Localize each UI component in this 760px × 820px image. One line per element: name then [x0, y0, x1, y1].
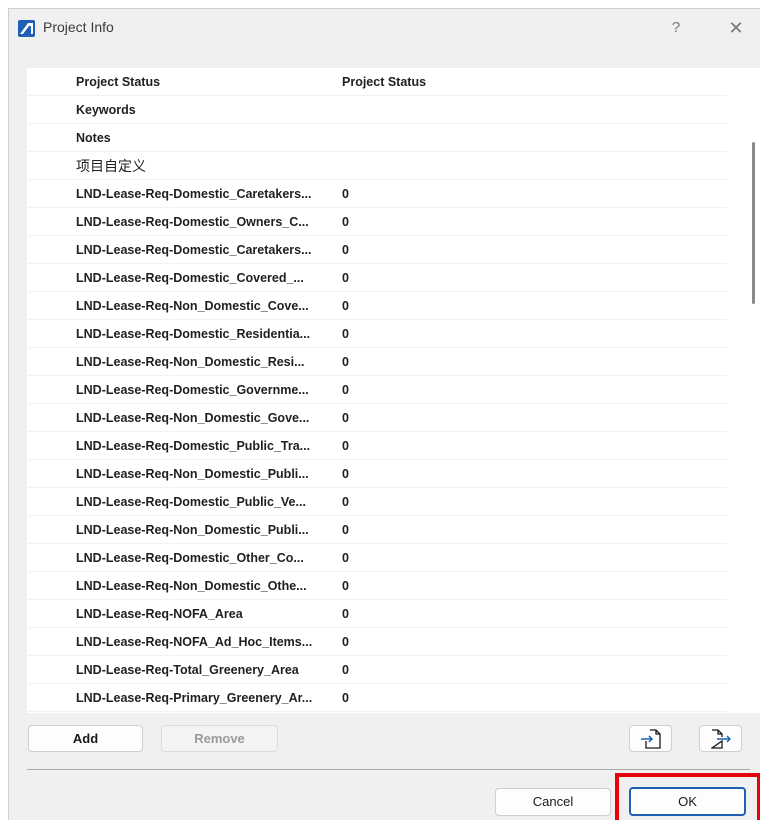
row-value: 0: [342, 327, 349, 341]
row-key: LND-Lease-Req-NOFA_Ad_Hoc_Items...: [76, 635, 313, 649]
row-key: LND-Lease-Req-Non_Domestic_Resi...: [76, 355, 305, 369]
row-value: 0: [342, 467, 349, 481]
row-key: LND-Lease-Req-Domestic_Caretakers...: [76, 187, 312, 201]
row-key: LND-Lease-Req-Domestic_Public_Tra...: [76, 439, 311, 453]
title-bar: Project Info ? ✕: [9, 9, 760, 47]
row-key: LND-Lease-Req-Primary_Greenery_Ar...: [76, 691, 313, 705]
export-button[interactable]: [699, 725, 742, 752]
row-key: LND-Lease-Req-Non_Domestic_Cove...: [76, 299, 309, 313]
ok-button[interactable]: OK: [629, 787, 746, 816]
row-value: 0: [342, 383, 349, 397]
dialog-title: Project Info: [43, 19, 114, 35]
row-key: LND-Lease-Req-Domestic_Other_Co...: [76, 551, 304, 565]
cancel-button[interactable]: Cancel: [495, 788, 611, 816]
list-row[interactable]: LND-Lease-Req-Non_Domestic_Cove... 0: [27, 292, 727, 320]
list-row[interactable]: 项目自定义: [27, 152, 727, 180]
row-value: 0: [342, 439, 349, 453]
list-row[interactable]: LND-Lease-Req-Domestic_Other_Co... 0: [27, 544, 727, 572]
list-row[interactable]: LND-Lease-Req-Non_Domestic_Publi... 0: [27, 516, 727, 544]
row-value: 0: [342, 691, 349, 705]
row-value: 0: [342, 523, 349, 537]
list-row[interactable]: LND-Lease-Req-NOFA_Area 0: [27, 600, 727, 628]
remove-button[interactable]: Remove: [161, 725, 278, 752]
row-value: 0: [342, 495, 349, 509]
row-value: 0: [342, 579, 349, 593]
project-info-list[interactable]: Project Status Project Status Keywords Note…: [27, 68, 760, 713]
row-key: LND-Lease-Req-Domestic_Governme...: [76, 383, 309, 397]
row-value: 0: [342, 607, 349, 621]
row-key: LND-Lease-Req-Domestic_Residentia...: [76, 327, 311, 341]
row-value: 0: [342, 187, 349, 201]
list-row[interactable]: LND-Lease-Req-Non_Domestic_Publi... 0: [27, 460, 727, 488]
row-key: Notes: [76, 131, 111, 145]
list-row[interactable]: LND-Lease-Req-Domestic_Caretakers... 0: [27, 180, 727, 208]
list-row[interactable]: LND-Lease-Req-Non_Domestic_Resi... 0: [27, 348, 727, 376]
close-button[interactable]: ✕: [720, 15, 752, 41]
list-row[interactable]: LND-Lease-Req-Domestic_Public_Ve... 0: [27, 488, 727, 516]
vertical-scrollbar[interactable]: [746, 68, 760, 713]
row-key: 项目自定义: [76, 158, 146, 174]
row-value: 0: [342, 411, 349, 425]
row-value: 0: [342, 299, 349, 313]
list-row[interactable]: LND-Lease-Req-Domestic_Covered_... 0: [27, 264, 727, 292]
row-value: 0: [342, 355, 349, 369]
row-key: Keywords: [76, 103, 136, 117]
list-row[interactable]: LND-Lease-Req-Domestic_Governme... 0: [27, 376, 727, 404]
add-button[interactable]: Add: [28, 725, 143, 752]
row-key: Project Status: [76, 75, 161, 89]
row-key: LND-Lease-Req-Non_Domestic_Gove...: [76, 411, 310, 425]
list-row[interactable]: LND-Lease-Req-Domestic_Owners_C... 0: [27, 208, 727, 236]
list-row[interactable]: LND-Lease-Req-Total_Greenery_Area 0: [27, 656, 727, 684]
row-value: 0: [342, 271, 349, 285]
list-row[interactable]: LND-Lease-Req-NOFA_Ad_Hoc_Items... 0: [27, 628, 727, 656]
list-row[interactable]: Notes: [27, 124, 727, 152]
list-row[interactable]: LND-Lease-Req-Non_Domestic_Othe... 0: [27, 572, 727, 600]
help-button[interactable]: ?: [661, 15, 691, 41]
row-value: 0: [342, 635, 349, 649]
export-icon: [711, 729, 731, 749]
row-key: LND-Lease-Req-Non_Domestic_Publi...: [76, 523, 309, 537]
row-key: LND-Lease-Req-Total_Greenery_Area: [76, 663, 299, 677]
row-key: LND-Lease-Req-Non_Domestic_Publi...: [76, 467, 309, 481]
import-button[interactable]: [629, 725, 672, 752]
list-row[interactable]: LND-Lease-Req-Domestic_Caretakers... 0: [27, 236, 727, 264]
import-icon: [641, 729, 661, 749]
list-row[interactable]: LND-Lease-Req-Domestic_Residentia... 0: [27, 320, 727, 348]
row-key: LND-Lease-Req-Domestic_Public_Ve...: [76, 495, 306, 509]
list-row[interactable]: LND-Lease-Req-Domestic_Public_Tra... 0: [27, 432, 727, 460]
row-value: 0: [342, 663, 349, 677]
row-value: 0: [342, 551, 349, 565]
footer-divider: [27, 769, 750, 770]
row-key: LND-Lease-Req-Domestic_Covered_...: [76, 271, 304, 285]
list-rows: Project Status Project Status Keywords Note…: [27, 68, 727, 712]
list-row[interactable]: Project Status Project Status: [27, 68, 727, 96]
list-row[interactable]: LND-Lease-Req-Non_Domestic_Gove... 0: [27, 404, 727, 432]
list-row[interactable]: LND-Lease-Req-Primary_Greenery_Ar... 0: [27, 684, 727, 712]
row-value: Project Status: [342, 75, 427, 89]
row-value: 0: [342, 215, 349, 229]
list-row[interactable]: Keywords: [27, 96, 727, 124]
row-key: LND-Lease-Req-NOFA_Area: [76, 607, 243, 621]
row-key: LND-Lease-Req-Non_Domestic_Othe...: [76, 579, 307, 593]
project-info-dialog: Project Info ? ✕ Project Status Project S…: [8, 8, 760, 820]
row-key: LND-Lease-Req-Domestic_Owners_C...: [76, 215, 309, 229]
row-value: 0: [342, 243, 349, 257]
scrollbar-thumb[interactable]: [752, 142, 755, 304]
archicad-logo-icon: [18, 20, 35, 37]
row-key: LND-Lease-Req-Domestic_Caretakers...: [76, 243, 312, 257]
